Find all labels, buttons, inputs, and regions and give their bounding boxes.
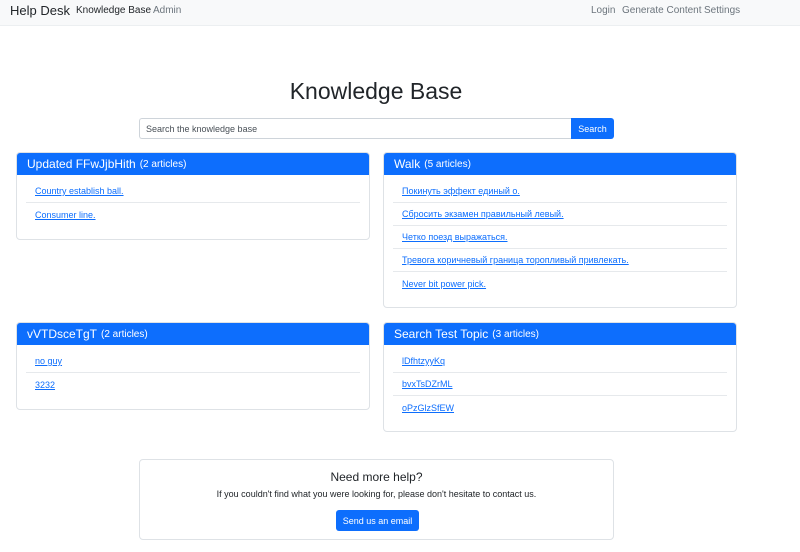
list-item: bvxTsDZrML [393,373,727,396]
list-item: no guy [26,350,360,373]
list-item: Сбросить экзамен правильный левый. [393,203,727,226]
article-link[interactable]: Тревога коричневый граница торопливый пр… [402,255,629,265]
topic-card: vVTDsceTgT (2 articles) no guy 3232 [16,322,370,410]
article-link[interactable]: Покинуть эффект единый о. [402,186,520,196]
article-list: Country establish ball. Consumer line. [17,180,369,226]
article-link[interactable]: Consumer line. [35,210,96,220]
list-item: lDfhtzyyKq [393,350,727,373]
nav-link-login[interactable]: Login [591,5,615,16]
topic-card: Walk (5 articles) Покинуть эффект единый… [383,152,737,308]
article-link[interactable]: Четко поезд выражаться. [402,232,508,242]
help-box: Need more help? If you couldn't find wha… [139,459,614,540]
article-link[interactable]: Сбросить экзамен правильный левый. [402,209,564,219]
article-link[interactable]: Country establish ball. [35,186,124,196]
send-email-button[interactable]: Send us an email [336,510,419,531]
list-item: Покинуть эффект единый о. [393,180,727,203]
topic-card-header: Updated FFwJjbHith (2 articles) [17,153,369,175]
list-item: Never bit power pick. [393,272,727,295]
article-link[interactable]: Never bit power pick. [402,279,486,289]
list-item: Country establish ball. [26,180,360,203]
topic-article-count: (2 articles) [101,328,148,340]
list-item: Тревога коричневый граница торопливый пр… [393,249,727,272]
article-list: lDfhtzyyKq bvxTsDZrML oPzGlzSfEW [384,350,736,419]
help-text: If you couldn't find what you were looki… [216,489,537,499]
article-link[interactable]: no guy [35,356,62,366]
topic-article-count: (3 articles) [492,328,539,340]
list-item: 3232 [26,373,360,396]
topic-card: Updated FFwJjbHith (2 articles) Country … [16,152,370,240]
article-link[interactable]: lDfhtzyyKq [402,356,445,366]
brand-link[interactable]: Help Desk [10,3,70,18]
topic-article-count: (2 articles) [139,158,187,170]
topic-title: Updated FFwJjbHith [27,157,136,171]
nav-link-knowledge-base[interactable]: Knowledge Base [76,5,151,16]
topic-card-header: Walk (5 articles) [384,153,736,175]
top-navbar: Help Desk Knowledge Base Admin Login Gen… [0,0,800,26]
article-link[interactable]: 3232 [35,380,55,390]
topic-card-header: vVTDsceTgT (2 articles) [17,323,369,345]
article-link[interactable]: bvxTsDZrML [402,379,453,389]
list-item: oPzGlzSfEW [393,396,727,419]
article-list: Покинуть эффект единый о. Сбросить экзам… [384,180,736,295]
topic-article-count: (5 articles) [424,158,471,170]
search-input[interactable] [139,118,571,139]
topic-title: Walk [394,157,421,171]
topic-card: Search Test Topic (3 articles) lDfhtzyyK… [383,322,737,432]
nav-link-admin[interactable]: Admin [153,5,181,16]
search-button[interactable]: Search [571,118,614,139]
page-title: Knowledge Base [289,78,463,104]
help-title: Need more help? [330,470,423,484]
topic-card-header: Search Test Topic (3 articles) [384,323,736,345]
article-link[interactable]: oPzGlzSfEW [402,403,454,413]
list-item: Четко поезд выражаться. [393,226,727,249]
nav-link-generate-content[interactable]: Generate Content [622,5,702,16]
topic-title: Search Test Topic [394,327,489,341]
article-list: no guy 3232 [17,350,369,396]
list-item: Consumer line. [26,203,360,226]
nav-link-settings[interactable]: Settings [704,5,740,16]
topic-title: vVTDsceTgT [27,327,98,341]
